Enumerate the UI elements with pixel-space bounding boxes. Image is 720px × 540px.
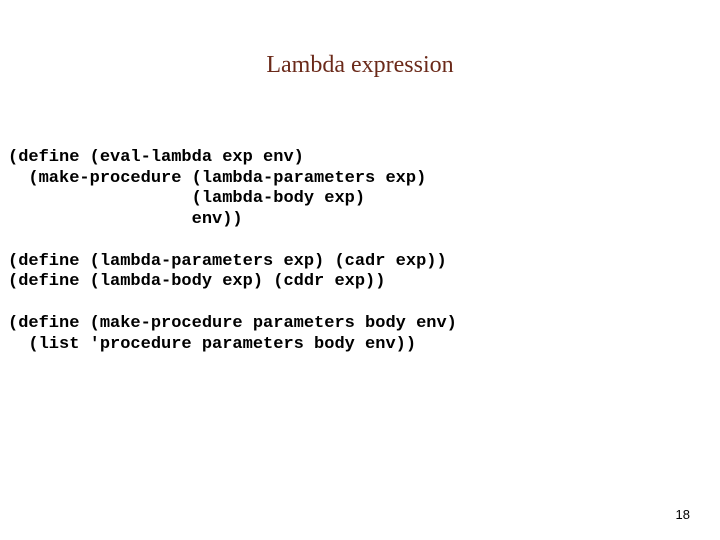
- page-number: 18: [676, 507, 690, 522]
- code-block: (define (eval-lambda exp env) (make-proc…: [8, 148, 712, 355]
- code-line: (define (make-procedure parameters body …: [8, 314, 457, 333]
- code-line: (define (lambda-parameters exp) (cadr ex…: [8, 252, 447, 271]
- slide-title: Lambda expression: [0, 52, 720, 79]
- code-line: (make-procedure (lambda-parameters exp): [8, 169, 426, 188]
- code-line: (define (lambda-body exp) (cddr exp)): [8, 272, 385, 291]
- code-line: (define (eval-lambda exp env): [8, 148, 304, 167]
- code-line: (list 'procedure parameters body env)): [8, 335, 416, 354]
- code-line: (lambda-body exp): [8, 189, 365, 208]
- code-line: env)): [8, 210, 243, 229]
- slide: Lambda expression (define (eval-lambda e…: [0, 0, 720, 540]
